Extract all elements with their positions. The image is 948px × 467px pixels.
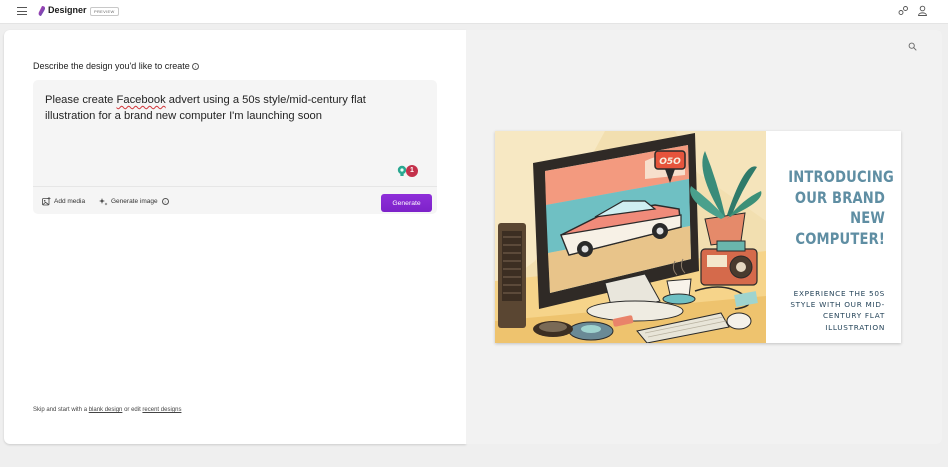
add-media-label: Add media <box>54 198 86 205</box>
ad-headline: INTRODUCING OUR BRAND NEW COMPUTER! <box>788 167 894 248</box>
retro-computer-illustration: O5O <box>495 131 766 343</box>
prompt-textarea[interactable]: Please create Facebook advert using a 50… <box>33 80 437 214</box>
flagged-word[interactable]: Facebook <box>117 94 166 106</box>
footer-middle: or edit <box>122 407 143 413</box>
ad-copy: INTRODUCING OUR BRAND NEW COMPUTER! EXPE… <box>766 131 901 343</box>
share-icon[interactable] <box>898 5 909 16</box>
add-media-icon <box>42 197 51 206</box>
footer-links: Skip and start with a blank design or ed… <box>33 407 181 413</box>
hamburger-icon[interactable] <box>17 7 27 15</box>
preview-panel: O5O INTRODUCING OUR BRAND NEW COMPUTER! … <box>466 30 942 444</box>
footer-prefix: Skip and start with a <box>33 407 89 413</box>
designer-logo-icon <box>38 6 46 16</box>
prompt-text[interactable]: Please create Facebook advert using a 50… <box>45 93 415 124</box>
sparkle-icon <box>99 198 108 206</box>
heading-text: Describe the design you'd like to create <box>33 61 190 71</box>
generate-image-button[interactable]: Generate image i <box>99 197 169 206</box>
design-preview-card[interactable]: O5O INTRODUCING OUR BRAND NEW COMPUTER! … <box>495 131 901 343</box>
app-title: Designer <box>48 5 87 15</box>
divider <box>33 186 437 187</box>
prompt-panel: Describe the design you'd like to create… <box>4 30 466 444</box>
preview-badge: PREVIEW <box>90 7 119 16</box>
prompt-heading: Describe the design you'd like to create… <box>33 61 199 71</box>
info-icon[interactable]: i <box>191 63 199 70</box>
issue-count-badge[interactable]: 1 <box>406 165 418 177</box>
zoom-icon[interactable] <box>908 42 917 51</box>
prompt-text-part: Please create <box>45 94 117 106</box>
info-icon[interactable]: i <box>161 198 169 205</box>
recent-designs-link[interactable]: recent designs <box>142 407 181 413</box>
ad-subline: EXPERIENCE THE 50S STYLE WITH OUR MID- C… <box>790 289 885 332</box>
profile-icon[interactable] <box>917 5 928 16</box>
add-media-button[interactable]: Add media <box>42 197 85 206</box>
sign-text: O5O <box>659 157 681 167</box>
blank-design-link[interactable]: blank design <box>89 407 123 413</box>
generate-button[interactable]: Generate <box>381 194 432 212</box>
top-bar: Designer PREVIEW <box>0 0 948 24</box>
generate-image-label: Generate image <box>111 198 158 205</box>
